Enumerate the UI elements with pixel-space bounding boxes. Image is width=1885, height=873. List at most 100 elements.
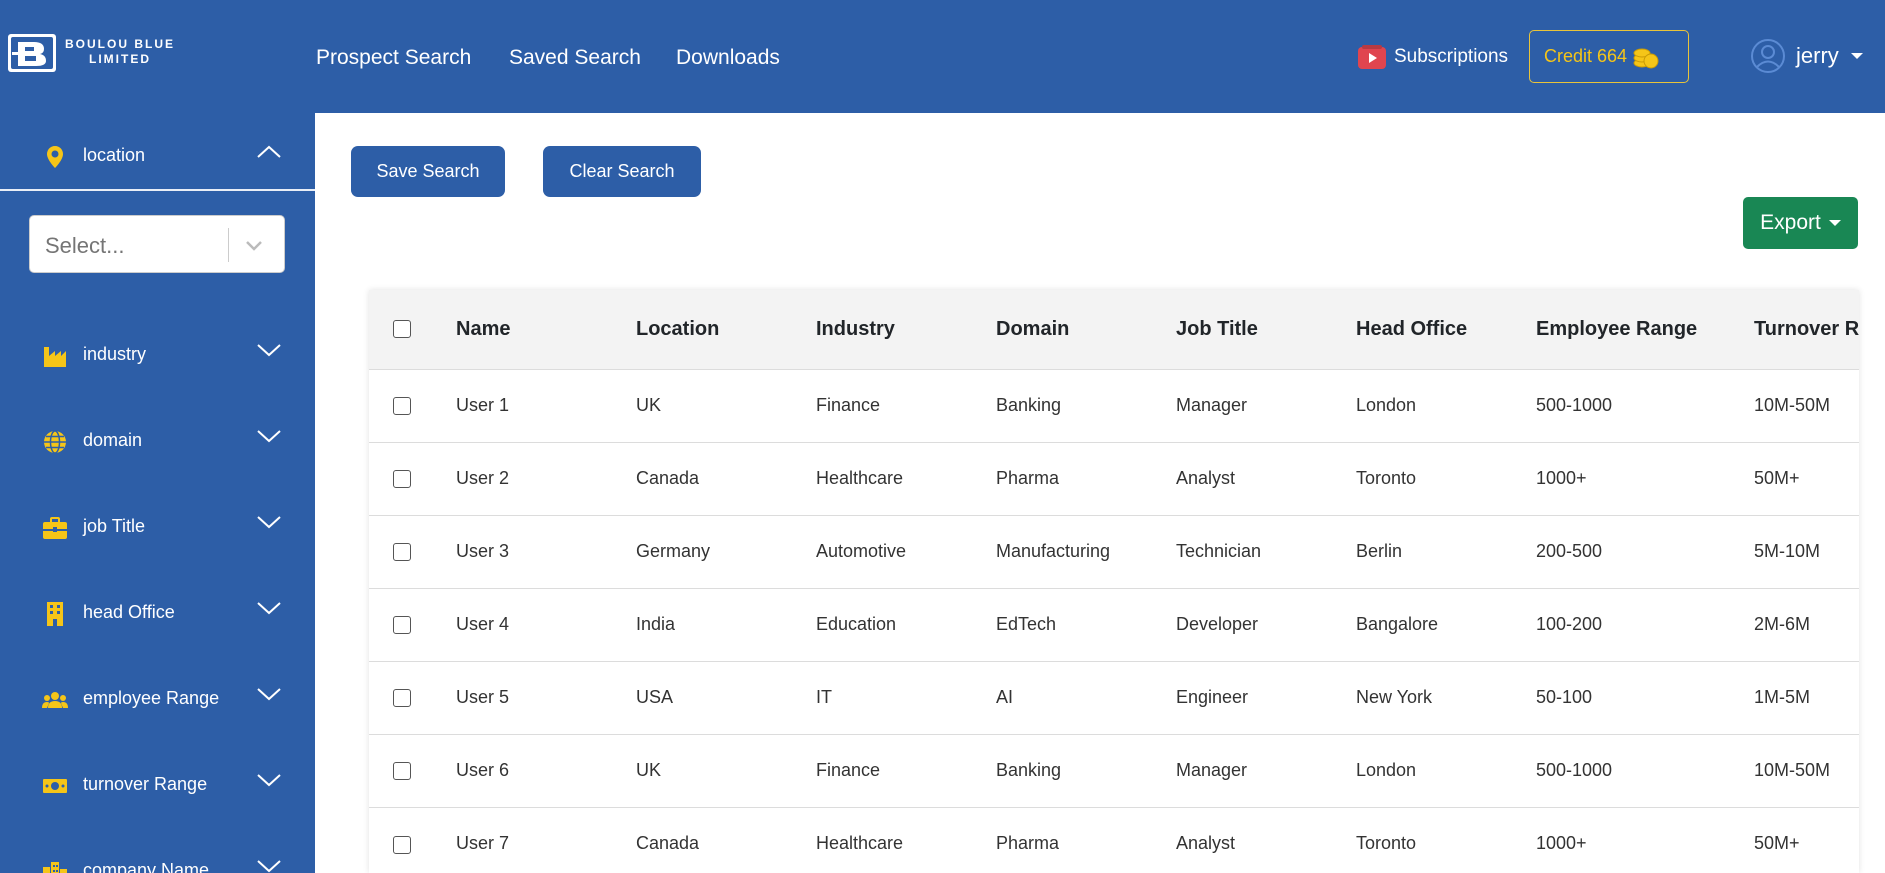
table-row[interactable]: User 1 UK Finance Banking Manager London 500-1… (369, 369, 1859, 442)
b-logo-icon[interactable] (8, 34, 56, 72)
table-cell: 50M+ (1754, 833, 1800, 854)
subscriptions-link[interactable]: Subscriptions (1358, 45, 1508, 69)
filter-company-name[interactable]: company Name (0, 841, 315, 873)
row-checkbox[interactable] (393, 543, 411, 562)
filter-turnover-range[interactable]: turnover Range (0, 755, 315, 815)
globe-icon (44, 430, 66, 454)
table-row[interactable]: User 2 Canada Healthcare Pharma Analyst Toron… (369, 442, 1859, 515)
table-cell: Toronto (1356, 833, 1417, 854)
table-cell: Manufacturing (996, 541, 1111, 561)
filter-job-title[interactable]: job Title (0, 497, 315, 557)
column-header[interactable]: Location (636, 290, 816, 369)
filter-job-title-label: job Title (83, 516, 146, 536)
filter-head-office[interactable]: head Office (0, 583, 315, 643)
table-cell: 1000+ (1536, 833, 1587, 854)
row-checkbox[interactable] (393, 689, 411, 708)
chevron-down-icon (257, 688, 281, 701)
nav-saved-search[interactable]: Saved Search (509, 46, 641, 70)
table-row[interactable]: User 5 USA IT AI Engineer New York 50-100 1M-5M (369, 661, 1859, 734)
prospects-table-container[interactable]: Name Location Industry Domain Job Title … (369, 290, 1859, 873)
table-cell: Berlin (1356, 541, 1403, 561)
table-cell: Automotive (816, 541, 907, 561)
nav-downloads[interactable]: Downloads (676, 46, 780, 70)
table-cell: Healthcare (816, 833, 904, 854)
brand-name: BOULOU BLUE LIMITED (64, 37, 176, 67)
column-header[interactable]: Industry (816, 290, 996, 369)
table-cell: User 7 (456, 833, 510, 854)
filter-industry[interactable]: industry (0, 325, 315, 385)
column-header[interactable]: Head Office (1356, 290, 1536, 369)
credit-button[interactable]: Credit 664 (1529, 30, 1689, 83)
row-checkbox[interactable] (393, 397, 411, 416)
chevron-down-icon[interactable] (244, 238, 264, 252)
row-checkbox[interactable] (393, 835, 411, 854)
user-name: jerry (1796, 43, 1839, 68)
coins-icon (1633, 48, 1659, 68)
table-cell: 100-200 (1536, 614, 1603, 634)
table-cell: Manager (1176, 395, 1248, 415)
table-cell: Education (816, 614, 897, 634)
column-header[interactable]: Job Title (1176, 290, 1356, 369)
table-row[interactable]: User 7 Canada Healthcare Pharma Analyst Toron… (369, 807, 1859, 873)
table-cell: Developer (1176, 614, 1259, 634)
divider (0, 189, 315, 191)
column-header[interactable]: Employee Range (1536, 290, 1754, 369)
save-search-button[interactable]: Save Search (351, 146, 505, 197)
table-cell: 200-500 (1536, 541, 1603, 561)
table-cell: Canada (636, 468, 700, 488)
export-button[interactable]: Export (1743, 197, 1858, 249)
table-cell: India (636, 614, 676, 634)
select-all-checkbox[interactable] (393, 320, 411, 339)
column-header[interactable]: Turnover R (1754, 290, 1859, 369)
nav-prospect-search[interactable]: Prospect Search (316, 46, 471, 70)
row-checkbox[interactable] (393, 762, 411, 781)
table-cell: Finance (816, 395, 881, 415)
brand-name-line1: BOULOU BLUE (65, 37, 175, 51)
table-cell: 10M-50M (1754, 395, 1831, 415)
clear-search-button[interactable]: Clear Search (543, 146, 701, 197)
chevron-down-icon (257, 516, 281, 529)
table-cell: Germany (636, 541, 711, 561)
filter-domain-label: domain (83, 430, 143, 450)
chevron-up-icon (257, 145, 281, 158)
filter-employee-range[interactable]: employee Range (0, 669, 315, 729)
table-cell: 1000+ (1536, 468, 1587, 488)
chevron-down-icon (257, 430, 281, 443)
filter-employee-range-label: employee Range (83, 688, 220, 708)
row-checkbox[interactable] (393, 616, 411, 635)
table-cell: User 6 (456, 760, 510, 780)
filter-turnover-range-label: turnover Range (83, 774, 208, 794)
table-row[interactable]: User 4 India Education EdTech Developer Banga… (369, 588, 1859, 661)
table-cell: Technician (1176, 541, 1262, 561)
select-all-cell (369, 290, 456, 369)
column-header[interactable]: Domain (996, 290, 1176, 369)
top-navbar: BOULOU BLUE LIMITED Prospect Search Save… (0, 0, 1885, 113)
table-cell: 500-1000 (1536, 760, 1613, 780)
column-header[interactable]: Name (456, 290, 636, 369)
table-cell: Pharma (996, 833, 1060, 854)
row-checkbox[interactable] (393, 470, 411, 489)
map-pin-icon (47, 146, 63, 168)
row-select-cell (369, 734, 456, 807)
table-cell: 5M-10M (1754, 541, 1821, 561)
users-icon (42, 692, 68, 708)
table-row[interactable]: User 3 Germany Automotive Manufacturing Tech… (369, 515, 1859, 588)
table-cell: User 1 (456, 395, 510, 415)
filter-domain[interactable]: domain (0, 411, 315, 471)
filter-location-label: location (83, 145, 146, 165)
table-header-row: Name Location Industry Domain Job Title … (369, 290, 1859, 369)
table-cell: Engineer (1176, 687, 1249, 707)
table-cell: Healthcare (816, 468, 904, 488)
table-row[interactable]: User 6 UK Finance Banking Manager London 500-1… (369, 734, 1859, 807)
credit-label: Credit 664 (1544, 46, 1628, 66)
building-icon (47, 602, 63, 626)
table-cell: Finance (816, 760, 881, 780)
chevron-down-icon (1828, 220, 1841, 226)
table-cell: Banking (996, 395, 1062, 415)
location-select[interactable]: Select... (29, 215, 285, 273)
user-menu[interactable]: jerry (1750, 38, 1863, 74)
filter-location[interactable]: location (0, 126, 315, 186)
location-select-placeholder: Select... (45, 233, 125, 258)
row-select-cell (369, 369, 456, 442)
table-cell: AI (996, 687, 1014, 707)
